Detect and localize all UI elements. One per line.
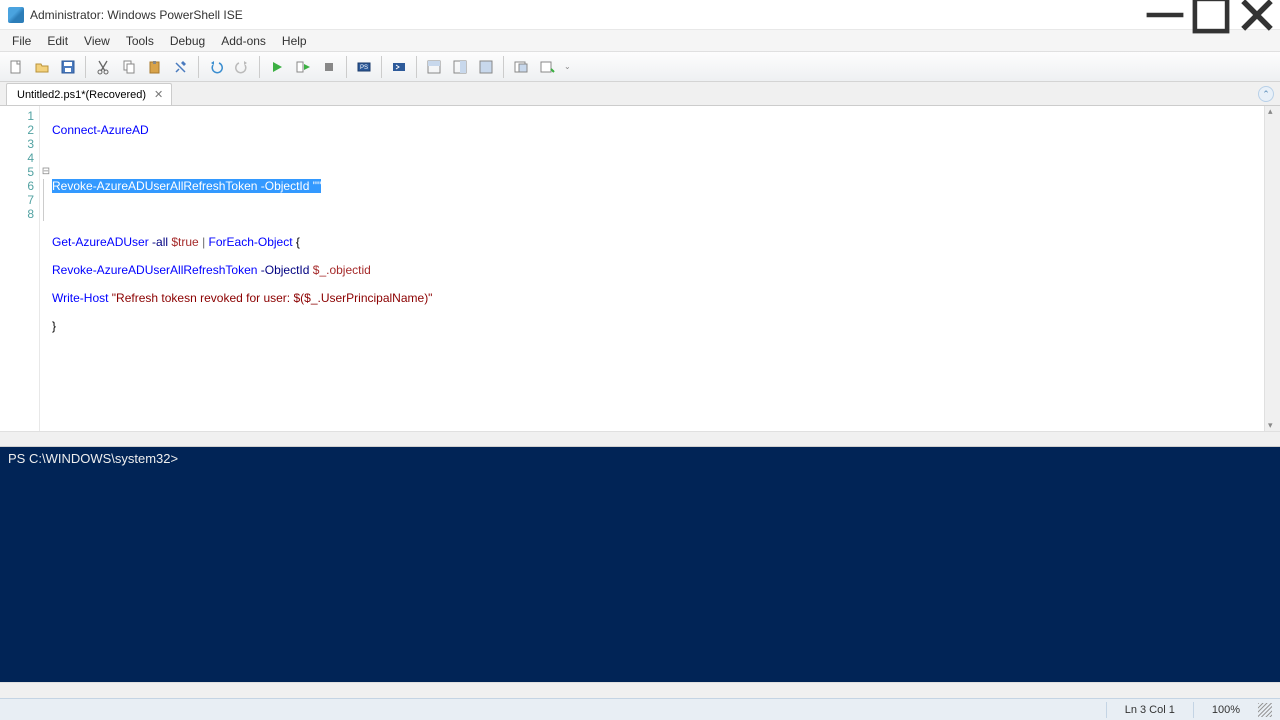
menu-file[interactable]: File	[4, 32, 39, 50]
copy-button[interactable]	[117, 55, 141, 79]
new-button[interactable]	[4, 55, 28, 79]
cut-button[interactable]	[91, 55, 115, 79]
minimize-button[interactable]	[1142, 0, 1188, 30]
paste-button[interactable]	[143, 55, 167, 79]
clear-button[interactable]	[169, 55, 193, 79]
menubar: File Edit View Tools Debug Add-ons Help	[0, 30, 1280, 52]
run-button[interactable]	[265, 55, 289, 79]
editor-horizontal-scrollbar[interactable]	[0, 431, 1280, 447]
svg-text:PS: PS	[360, 65, 368, 71]
script-editor[interactable]: 12345678 ⊟ Connect-AzureAD Revoke-AzureA…	[0, 106, 1280, 431]
fold-gutter: ⊟	[40, 106, 52, 431]
stop-button[interactable]	[317, 55, 341, 79]
toolbar-overflow-icon[interactable]: ⌄	[561, 62, 571, 71]
maximize-button[interactable]	[1188, 0, 1234, 30]
new-remote-button[interactable]: PS	[352, 55, 376, 79]
tab-close-button[interactable]: ✕	[152, 88, 165, 101]
menu-edit[interactable]: Edit	[39, 32, 76, 50]
show-script-pane-right-button[interactable]	[448, 55, 472, 79]
show-script-pane-max-button[interactable]	[474, 55, 498, 79]
fold-toggle-icon[interactable]: ⊟	[40, 165, 52, 179]
tab-label: Untitled2.ps1*(Recovered)	[17, 89, 146, 101]
start-powershell-button[interactable]	[387, 55, 411, 79]
open-button[interactable]	[30, 55, 54, 79]
resize-grip-icon[interactable]	[1258, 703, 1272, 717]
console-prompt: PS C:\WINDOWS\system32>	[8, 451, 178, 466]
run-selection-button[interactable]	[291, 55, 315, 79]
save-button[interactable]	[56, 55, 80, 79]
titlebar: Administrator: Windows PowerShell ISE	[0, 0, 1280, 30]
menu-addons[interactable]: Add-ons	[213, 32, 274, 50]
tab-strip: Untitled2.ps1*(Recovered) ✕ ⌃	[0, 82, 1280, 106]
console-horizontal-scrollbar[interactable]	[0, 682, 1280, 698]
show-command-window-button[interactable]	[509, 55, 533, 79]
toolbar: PS ⌄	[0, 52, 1280, 82]
show-script-pane-top-button[interactable]	[422, 55, 446, 79]
cursor-position: Ln 3 Col 1	[1125, 704, 1175, 716]
undo-button[interactable]	[204, 55, 228, 79]
script-tab[interactable]: Untitled2.ps1*(Recovered) ✕	[6, 83, 172, 105]
show-command-addon-button[interactable]	[535, 55, 559, 79]
menu-tools[interactable]: Tools	[118, 32, 162, 50]
menu-debug[interactable]: Debug	[162, 32, 213, 50]
app-icon	[8, 7, 24, 23]
menu-help[interactable]: Help	[274, 32, 315, 50]
console-pane[interactable]: PS C:\WINDOWS\system32>	[0, 447, 1280, 682]
close-button[interactable]	[1234, 0, 1280, 30]
expand-script-pane-button[interactable]: ⌃	[1258, 86, 1274, 102]
window-title: Administrator: Windows PowerShell ISE	[30, 8, 243, 22]
menu-view[interactable]: View	[76, 32, 118, 50]
code-area[interactable]: Connect-AzureAD Revoke-AzureADUserAllRef…	[52, 106, 1280, 431]
editor-vertical-scrollbar[interactable]	[1264, 106, 1280, 431]
statusbar: Ln 3 Col 1 100%	[0, 698, 1280, 720]
zoom-level: 100%	[1212, 704, 1240, 716]
line-number-gutter: 12345678	[0, 106, 40, 431]
redo-button[interactable]	[230, 55, 254, 79]
